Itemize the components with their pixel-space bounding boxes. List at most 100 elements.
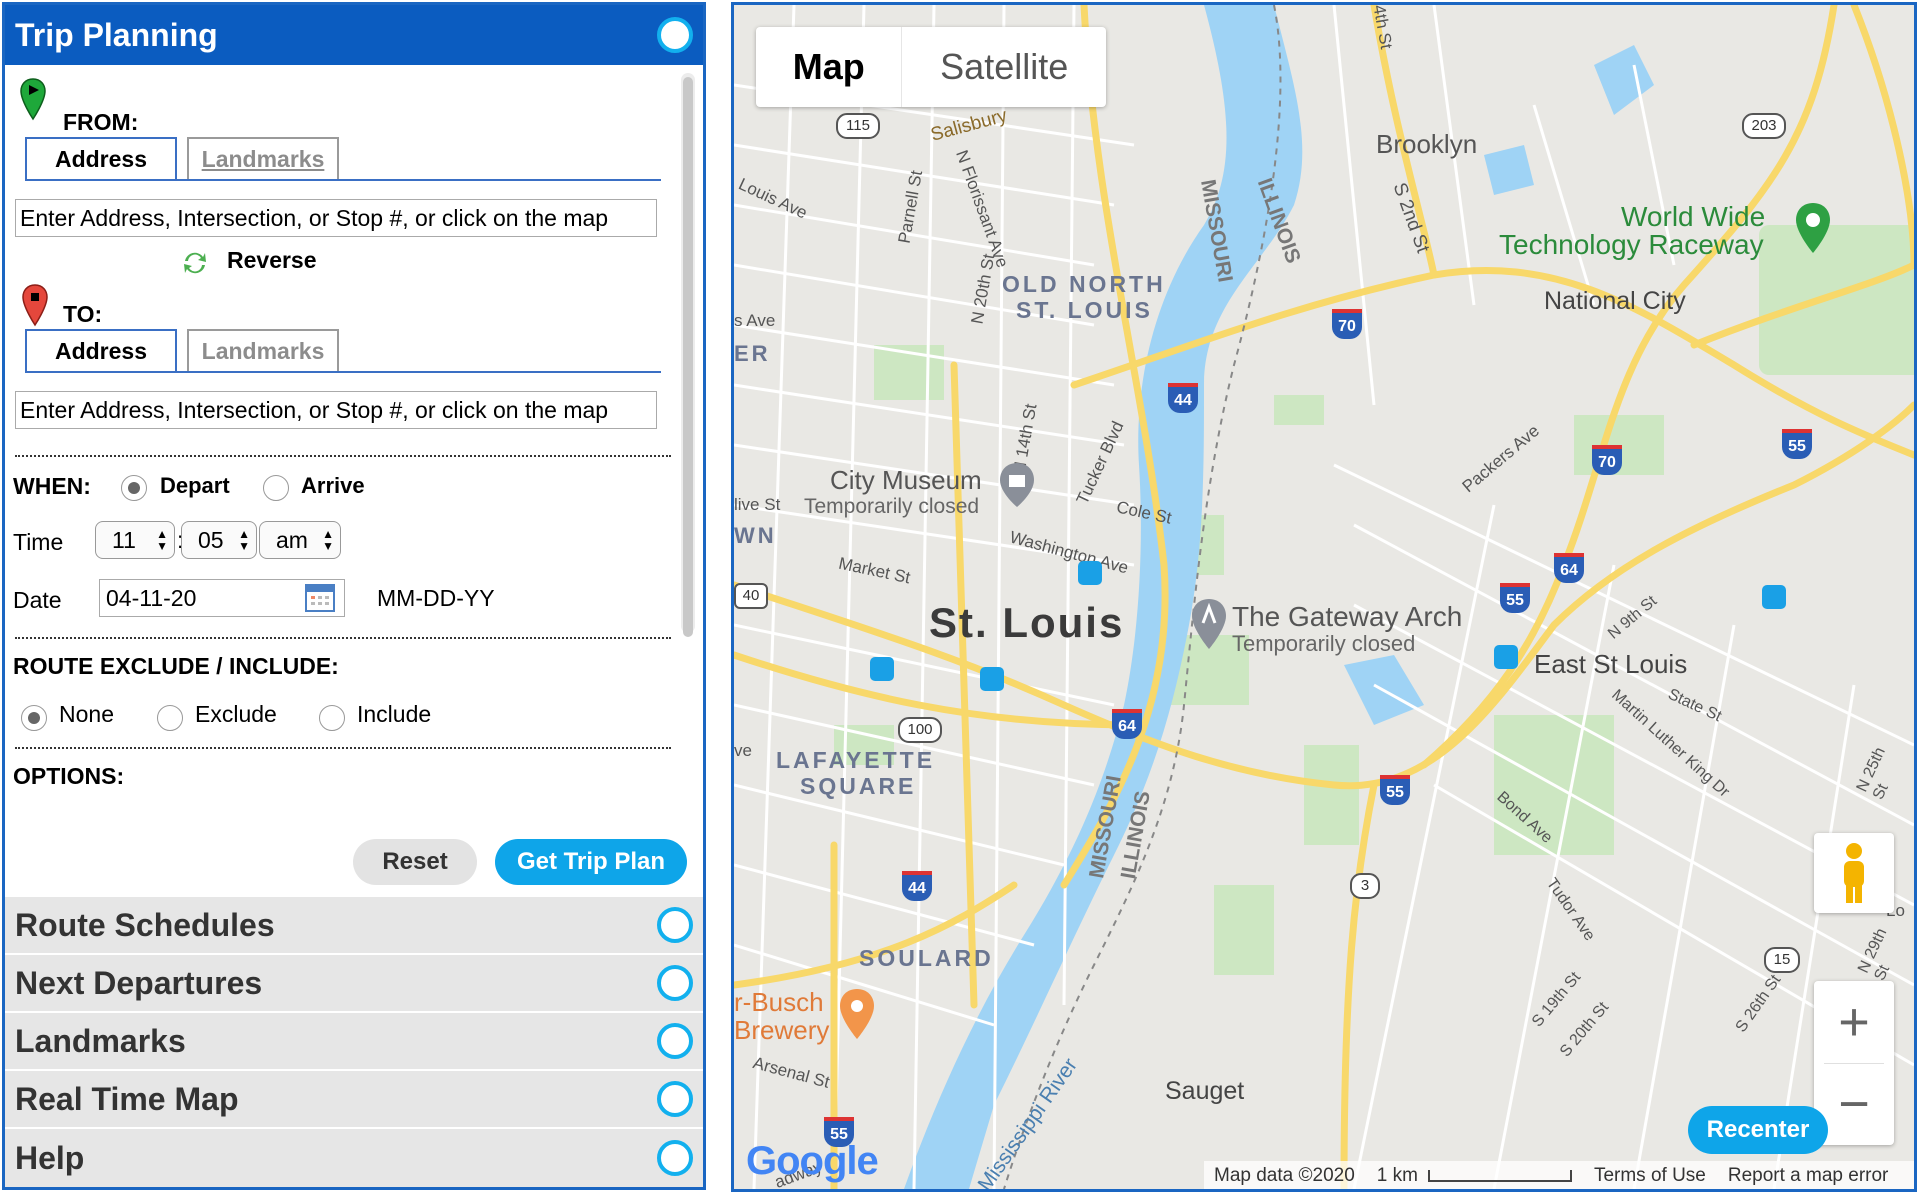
trip-planning-title: Trip Planning [15, 16, 218, 53]
label-s20: S 20th St [1556, 999, 1613, 1061]
stepper-icon: ▲ ▼ [238, 527, 250, 553]
to-tab-landmarks[interactable]: Landmarks [187, 329, 339, 371]
interstate-shield-icon: 70 [1592, 445, 1622, 475]
date-format-hint: MM-DD-YY [377, 585, 495, 611]
google-logo: Google [746, 1139, 879, 1183]
terms-link[interactable]: Terms of Use [1594, 1165, 1706, 1187]
label-old-north-1: OLD NORTH [1002, 271, 1166, 297]
from-tab-landmarks[interactable]: Landmarks [187, 137, 339, 179]
label-lafayette-2: SQUARE [800, 773, 917, 799]
label-packers: Packers Ave [1458, 421, 1543, 497]
label-salisbury: Salisbury [928, 105, 1010, 146]
label-city-museum-closed: Temporarily closed [804, 495, 980, 518]
when-label: WHEN: [13, 473, 91, 499]
pegman-icon [1844, 843, 1864, 903]
landmark-pin-icon[interactable] [1190, 597, 1228, 651]
expand-circle-icon[interactable] [657, 1081, 693, 1117]
label-4th-st: 4th St [1369, 3, 1396, 51]
expand-circle-icon[interactable] [657, 1023, 693, 1059]
accordion-label: Help [15, 1139, 85, 1176]
map-data-text: Map data ©2020 [1214, 1165, 1355, 1186]
museum-icon[interactable] [998, 461, 1036, 509]
from-tab-address[interactable]: Address [25, 137, 177, 179]
transit-icon[interactable] [1762, 585, 1786, 609]
orange-pin-icon[interactable] [838, 987, 876, 1041]
trip-planning-body: FROM: Address Landmarks Enter Address, I… [5, 65, 703, 785]
label-s26: S 26th St [1732, 971, 1785, 1036]
arrive-radio[interactable] [263, 475, 289, 501]
route-exclude-radio[interactable] [157, 705, 183, 731]
ampm-select[interactable]: am ▲ ▼ [259, 521, 341, 559]
divider [15, 747, 671, 749]
label-soulard: SOULARD [859, 945, 994, 971]
expand-circle-icon[interactable] [657, 1140, 693, 1176]
interstate-shield-icon: 55 [1380, 775, 1410, 805]
reverse-icon[interactable] [181, 249, 209, 277]
accordion-route-schedules[interactable]: Route Schedules [5, 895, 703, 953]
map-type-map-button[interactable]: Map [756, 27, 903, 107]
route-none-radio[interactable] [21, 705, 47, 731]
label-er: ER [734, 341, 771, 366]
get-trip-plan-button[interactable]: Get Trip Plan [495, 839, 687, 885]
interstate-shield-icon: 55 [1500, 583, 1530, 613]
minute-select[interactable]: 05 ▲ ▼ [181, 521, 257, 559]
label-live-st: live St [734, 495, 781, 514]
map-labels: Brooklyn World Wide Technology Raceway N… [734, 5, 1914, 1189]
stepper-icon: ▲ ▼ [322, 527, 334, 553]
interstate-shield-icon: 44 [1168, 383, 1198, 413]
accordion-label: Real Time Map [15, 1080, 239, 1117]
transit-icon[interactable] [870, 657, 894, 681]
transit-icon[interactable] [1078, 561, 1102, 585]
label-cole: Cole St [1114, 497, 1174, 528]
transit-icon[interactable] [980, 667, 1004, 691]
label-n25: N 25th St [1853, 744, 1892, 803]
calendar-icon[interactable] [305, 584, 335, 612]
route-include-radio[interactable] [319, 705, 345, 731]
scrollbar-thumb[interactable] [683, 77, 693, 637]
label-ve: ve [734, 741, 752, 760]
label-s2nd: S 2nd St [1388, 179, 1434, 256]
label-market: Market St [836, 553, 913, 588]
report-error-link[interactable]: Report a map error [1728, 1165, 1889, 1187]
reset-button[interactable]: Reset [353, 839, 477, 885]
interstate-shield-icon: 70 [1332, 309, 1362, 339]
accordion-real-time-map[interactable]: Real Time Map [5, 1069, 703, 1127]
reverse-label[interactable]: Reverse [227, 247, 317, 274]
hour-select[interactable]: 11 ▲ ▼ [95, 521, 175, 559]
depart-radio[interactable] [121, 475, 147, 501]
recenter-button[interactable]: Recenter [1688, 1106, 1828, 1154]
interstate-shield-icon: 55 [1782, 429, 1812, 459]
collapse-circle-icon[interactable] [657, 17, 693, 53]
to-address-input[interactable]: Enter Address, Intersection, or Stop #, … [15, 391, 657, 429]
label-s-ave: s Ave [734, 311, 776, 330]
from-address-input[interactable]: Enter Address, Intersection, or Stop #, … [15, 199, 657, 237]
label-parnell: Parnell St [894, 168, 927, 245]
to-label: TO: [63, 301, 103, 327]
trip-planning-header[interactable]: Trip Planning [5, 5, 703, 65]
label-louis-ave: Louis Ave [735, 174, 811, 223]
green-pin-icon[interactable] [1794, 201, 1832, 255]
options-label: OPTIONS: [13, 763, 125, 785]
to-tab-underline [25, 371, 661, 373]
transit-icon[interactable] [1494, 645, 1518, 669]
expand-circle-icon[interactable] [657, 965, 693, 1001]
scale-label: 1 km [1376, 1165, 1418, 1186]
scale-bar [1427, 1170, 1572, 1182]
date-value: 04-11-20 [106, 584, 197, 611]
minute-value: 05 [198, 526, 224, 553]
stepper-icon: ▲ ▼ [156, 527, 168, 553]
map-view[interactable]: Brooklyn World Wide Technology Raceway N… [731, 2, 1917, 1192]
accordion-landmarks[interactable]: Landmarks [5, 1011, 703, 1069]
label-tucker: Tucker Blvd [1072, 418, 1128, 508]
label-tudor: Tudor Ave [1542, 875, 1599, 945]
label-st-louis: St. Louis [929, 599, 1125, 646]
expand-circle-icon[interactable] [657, 907, 693, 943]
zoom-in-button[interactable]: + [1814, 981, 1894, 1063]
label-sauget: Sauget [1165, 1077, 1245, 1105]
accordion-next-departures[interactable]: Next Departures [5, 953, 703, 1011]
map-type-satellite-button[interactable]: Satellite [902, 27, 1106, 107]
street-view-button[interactable] [1814, 833, 1894, 913]
label-wwt-2: Technology Raceway [1499, 229, 1764, 260]
accordion-help[interactable]: Help [5, 1127, 703, 1187]
to-tab-address[interactable]: Address [25, 329, 177, 371]
